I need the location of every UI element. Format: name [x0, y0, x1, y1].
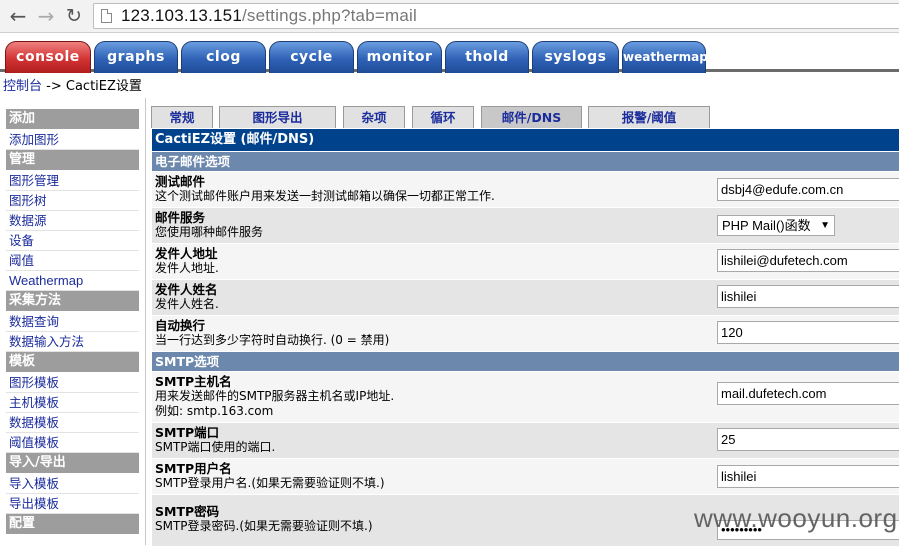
from-name-field[interactable]: lishilei [717, 285, 899, 308]
breadcrumb: 控制台 -> CactiEZ设置 [3, 75, 142, 94]
sidebar-header-import-export: 导入/导出 [6, 453, 139, 473]
desc-smtp-host-example: 例如: smtp.163.com [155, 404, 274, 418]
breadcrumb-separator: -> [42, 79, 66, 94]
watermark: www.wooyun.org [694, 503, 898, 533]
sidebar-item-weathermap[interactable]: Weathermap [6, 271, 139, 291]
row-smtp-user: SMTP用户名 SMTP登录用户名.(如果无需要验证则不填.) lishilei [152, 458, 899, 494]
sidebar-item-threshold-templates[interactable]: 阈值模板 [6, 433, 139, 453]
tab-graphs[interactable]: graphs [94, 41, 178, 73]
sidebar-item-data-input-methods[interactable]: 数据输入方法 [6, 332, 139, 352]
sidebar-header-add: 添加 [6, 109, 139, 129]
row-from-name: 发件人姓名 发件人姓名. lishilei [152, 279, 899, 315]
browser-toolbar: ← → ↻ 123.103.13.151/settings.php?tab=ma… [0, 0, 899, 33]
sidebar-item-host-templates[interactable]: 主机模板 [6, 393, 139, 413]
arrow-left-icon[interactable]: ← [6, 4, 30, 28]
tab-clog[interactable]: clog [181, 41, 266, 73]
row-smtp-port: SMTP端口 SMTP端口使用的端口. 25 [152, 422, 899, 458]
row-mail-service: 邮件服务 您使用哪种邮件服务 PHP Mail()函数 ▼ [152, 207, 899, 243]
row-from-address: 发件人地址 发件人地址. lishilei@dufetech.com [152, 243, 899, 279]
breadcrumb-current: CactiEZ设置 [65, 79, 142, 94]
sidebar-item-graph-management[interactable]: 图形管理 [6, 171, 139, 191]
sidebar-item-devices[interactable]: 设备 [6, 231, 139, 251]
page-icon [101, 9, 112, 23]
address-bar[interactable]: 123.103.13.151/settings.php?tab=mail [93, 3, 899, 29]
tab-thold[interactable]: thold [445, 41, 529, 73]
settings-tab-graph-export[interactable]: 图形导出 [219, 106, 336, 128]
sidebar-menu: 添加 添加图形 管理 图形管理 图形树 数据源 设备 阈值 Weathermap… [6, 109, 139, 535]
word-wrap-field[interactable]: 120 [717, 321, 899, 344]
settings-tab-general[interactable]: 常规 [151, 106, 213, 128]
url-text: 123.103.13.151/settings.php?tab=mail [121, 6, 417, 26]
sidebar-item-data-sources[interactable]: 数据源 [6, 211, 139, 231]
sidebar-item-import-templates[interactable]: 导入模板 [6, 474, 139, 494]
settings-panel: CactiEZ设置 (邮件/DNS) 电子邮件选项 测试邮件 这个测试邮件账户用… [152, 129, 899, 546]
settings-tab-poller[interactable]: 循环 [412, 106, 474, 128]
tab-console[interactable]: console [5, 41, 91, 73]
smtp-port-field[interactable]: 25 [717, 428, 899, 451]
from-address-field[interactable]: lishilei@dufetech.com [717, 249, 899, 272]
row-test-email: 测试邮件 这个测试邮件账户用来发送一封测试邮箱以确保一切都正常工作. dsbj4… [152, 171, 899, 207]
sidebar-header-manage: 管理 [6, 150, 139, 170]
sidebar-header-collection-methods: 采集方法 [6, 291, 139, 311]
mail-service-value: PHP Mail()函数 [722, 218, 811, 233]
tab-monitor[interactable]: monitor [357, 41, 442, 73]
main-tab-bar: console graphs clog cycle monitor thold … [0, 33, 899, 73]
url-host: 123.103.13.151 [121, 6, 242, 25]
url-path: /settings.php?tab=mail [241, 6, 417, 25]
content-divider [145, 98, 146, 545]
settings-tab-alerting[interactable]: 报警/阈值 [588, 106, 710, 128]
sidebar-item-add-graph[interactable]: 添加图形 [6, 130, 139, 150]
test-email-field[interactable]: dsbj4@edufe.com.cn [717, 178, 899, 201]
sidebar-item-thresholds[interactable]: 阈值 [6, 251, 139, 271]
sidebar-header-configuration: 配置 [6, 514, 139, 534]
sidebar-item-data-templates[interactable]: 数据模板 [6, 413, 139, 433]
settings-tab-mail-dns[interactable]: 邮件/DNS [481, 106, 582, 128]
tab-syslogs[interactable]: syslogs [532, 41, 619, 73]
sidebar-header-templates: 模板 [6, 352, 139, 372]
chevron-down-icon: ▼ [820, 220, 830, 231]
tab-cycle[interactable]: cycle [269, 41, 354, 73]
panel-title: CactiEZ设置 (邮件/DNS) [152, 129, 899, 151]
tab-weathermap[interactable]: weathermap [622, 41, 708, 73]
sidebar-item-data-queries[interactable]: 数据查询 [6, 312, 139, 332]
arrow-right-icon[interactable]: → [34, 4, 58, 28]
smtp-host-field[interactable]: mail.dufetech.com [717, 382, 899, 405]
settings-tab-misc[interactable]: 杂项 [343, 106, 405, 128]
section-header-email: 电子邮件选项 [152, 151, 899, 171]
breadcrumb-home-link[interactable]: 控制台 [3, 79, 42, 94]
section-header-smtp: SMTP选项 [152, 351, 899, 371]
smtp-user-field[interactable]: lishilei [717, 465, 899, 488]
row-word-wrap: 自动换行 当一行达到多少字符时自动换行. (0 = 禁用) 120 [152, 315, 899, 351]
mail-service-select[interactable]: PHP Mail()函数 ▼ [717, 215, 835, 236]
settings-tab-bar: 常规 图形导出 杂项 循环 邮件/DNS 报警/阈值 [151, 106, 899, 128]
sidebar-item-export-templates[interactable]: 导出模板 [6, 494, 139, 514]
reload-icon[interactable]: ↻ [62, 4, 86, 28]
sidebar-item-graph-trees[interactable]: 图形树 [6, 191, 139, 211]
row-smtp-host: SMTP主机名 用来发送邮件的SMTP服务器主机名或IP地址. 例如: smtp… [152, 371, 899, 422]
sidebar-item-graph-templates[interactable]: 图形模板 [6, 373, 139, 393]
